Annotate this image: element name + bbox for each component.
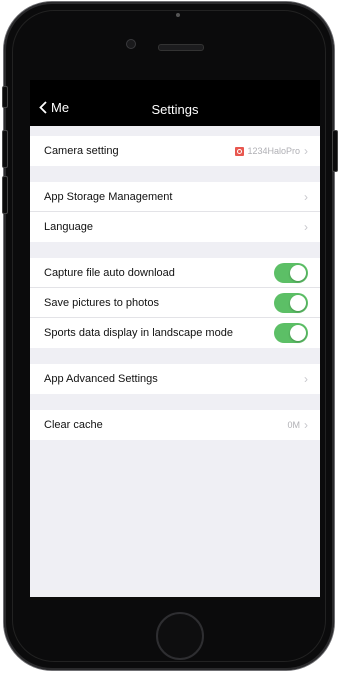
volume-up-button	[2, 130, 8, 168]
language-label: Language	[44, 221, 93, 233]
save-pictures-label: Save pictures to photos	[44, 296, 159, 309]
home-button[interactable]	[156, 612, 204, 660]
chevron-right-icon: ›	[304, 372, 308, 386]
app-screen: Me Settings Camera setting 1234HaloPro ›…	[30, 80, 320, 597]
save-pictures-toggle[interactable]	[274, 292, 308, 313]
chevron-right-icon: ›	[304, 220, 308, 234]
toggle-knob	[290, 264, 306, 281]
camera-icon	[235, 146, 245, 156]
mute-switch	[2, 86, 8, 108]
cache-group: Clear cache 0M ›	[30, 410, 320, 440]
power-button	[332, 130, 338, 172]
toggle-group: Capture file auto download Save pictures…	[30, 258, 320, 348]
advanced-group: App Advanced Settings ›	[30, 364, 320, 394]
earpiece-speaker	[158, 44, 204, 51]
auto-download-row: Capture file auto download	[30, 258, 320, 288]
camera-setting-label: Camera setting	[44, 145, 119, 157]
save-pictures-row: Save pictures to photos	[30, 288, 320, 318]
storage-management-label: App Storage Management	[44, 190, 173, 203]
language-row[interactable]: Language ›	[30, 212, 320, 242]
cache-size-value: 0M	[287, 420, 300, 430]
proximity-sensor	[176, 13, 180, 17]
clear-cache-label: Clear cache	[44, 419, 103, 431]
camera-device-value: 1234HaloPro	[235, 146, 300, 156]
page-title: Settings	[151, 102, 199, 117]
auto-download-toggle[interactable]	[274, 262, 308, 283]
volume-down-button	[2, 176, 8, 214]
storage-management-row[interactable]: App Storage Management ›	[30, 182, 320, 212]
camera-setting-row[interactable]: Camera setting 1234HaloPro ›	[30, 136, 320, 166]
auto-download-label: Capture file auto download	[44, 266, 175, 279]
chevron-right-icon: ›	[304, 189, 308, 204]
chevron-right-icon: ›	[304, 418, 308, 432]
advanced-settings-label: App Advanced Settings	[44, 373, 158, 385]
navigation-bar: Me Settings	[30, 80, 320, 126]
clear-cache-row[interactable]: Clear cache 0M ›	[30, 410, 320, 440]
chevron-right-icon: ›	[304, 144, 308, 158]
camera-group: Camera setting 1234HaloPro ›	[30, 136, 320, 166]
landscape-mode-row: Sports data display in landscape mode	[30, 318, 320, 348]
toggle-knob	[290, 325, 306, 341]
front-camera	[126, 39, 136, 49]
advanced-settings-row[interactable]: App Advanced Settings ›	[30, 364, 320, 394]
camera-device-name: 1234HaloPro	[247, 146, 300, 156]
landscape-mode-toggle[interactable]	[274, 323, 308, 343]
landscape-mode-label: Sports data display in landscape mode	[44, 327, 233, 339]
storage-language-group: App Storage Management › Language ›	[30, 182, 320, 242]
toggle-knob	[290, 294, 306, 311]
